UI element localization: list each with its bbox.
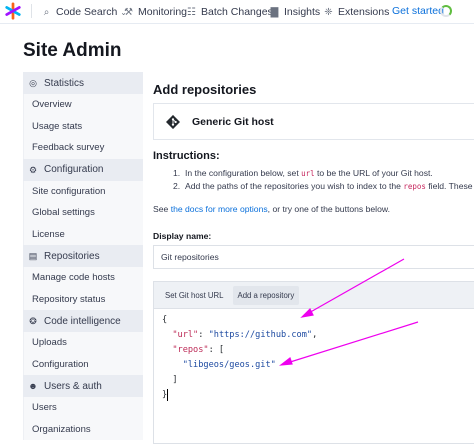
- editor-toolbar: Set Git host URL Add a repository: [154, 282, 474, 309]
- inline-code-url: url: [301, 169, 315, 178]
- sidebar-header-statistics[interactable]: ◎ Statistics: [23, 72, 143, 94]
- sidebar-item-overview[interactable]: Overview: [23, 94, 143, 116]
- step-number: 2.: [173, 181, 181, 191]
- sourcegraph-logo-icon[interactable]: [4, 2, 22, 20]
- code-line: "libgeos/geos.git": [162, 358, 474, 373]
- nav-divider: [31, 4, 32, 18]
- code-token: ]: [172, 375, 178, 385]
- code-token: {: [162, 315, 168, 325]
- code-area[interactable]: { "url": "https://github.com", "repos": …: [154, 309, 474, 403]
- instruction-text: field. These: [425, 181, 473, 191]
- sidebar-header-label: Statistics: [44, 77, 85, 89]
- nav-monitoring-label: Monitoring: [138, 6, 188, 18]
- extensions-icon: ❈: [324, 6, 333, 18]
- sidebar-item-manage-code-hosts[interactable]: Manage code hosts: [23, 267, 143, 289]
- sidebar-group-users-auth: ☻ Users & auth Users Organizations: [23, 375, 143, 440]
- nav-batch-changes-label: Batch Changes: [201, 6, 273, 18]
- sidebar-group-statistics: ◎ Statistics Overview Usage stats Feedba…: [23, 72, 143, 159]
- docs-text: See: [153, 204, 171, 214]
- sidebar-item-usage-stats[interactable]: Usage stats: [23, 115, 143, 137]
- search-icon: ⌕: [43, 6, 50, 18]
- set-git-host-url-button[interactable]: Set Git host URL: [160, 285, 229, 305]
- nav-extensions-label: Extensions: [338, 6, 390, 18]
- docs-hint: See the docs for more options, or try on…: [153, 204, 390, 214]
- code-host-name: Generic Git host: [192, 115, 274, 128]
- instructions-list: 1. In the configuration below, set url to…: [173, 167, 473, 193]
- instruction-step-2: 2. Add the paths of the repositories you …: [173, 180, 473, 193]
- nav-code-search-label: Code Search: [56, 6, 118, 18]
- insights-icon: ▇: [270, 6, 279, 18]
- sidebar-header-label: Users & auth: [44, 380, 102, 392]
- nav-insights-label: Insights: [284, 6, 321, 18]
- users-icon: ☻: [28, 381, 38, 391]
- nav-extensions[interactable]: ❈ Extensions: [323, 5, 389, 19]
- display-name-input[interactable]: Git repositories: [153, 245, 474, 269]
- sidebar-item-users[interactable]: Users: [23, 397, 143, 419]
- globe-icon: ◎: [29, 78, 37, 88]
- sidebar-header-repositories[interactable]: ▤ Repositories: [23, 245, 143, 267]
- code-host-card: Generic Git host: [153, 103, 474, 140]
- cog-icon: ⚙: [28, 164, 38, 175]
- nav-monitoring[interactable]: ⚒ Monitoring: [123, 5, 187, 19]
- sidebar-header-label: Code intelligence: [44, 315, 121, 327]
- sidebar-item-organizations[interactable]: Organizations: [23, 418, 143, 440]
- sidebar-item-site-configuration[interactable]: Site configuration: [23, 180, 143, 202]
- code-key: "url": [172, 330, 199, 340]
- repo-icon: ▤: [28, 251, 38, 261]
- sidebar-item-repository-status[interactable]: Repository status: [23, 288, 143, 310]
- monitoring-icon: ⚒: [124, 6, 133, 18]
- sidebar-header-label: Repositories: [44, 250, 100, 262]
- sidebar-group-code-intelligence: ❂ Code intelligence Uploads Configuratio…: [23, 310, 143, 375]
- section-heading: Add repositories: [153, 82, 257, 97]
- sidebar-item-code-intel-configuration[interactable]: Configuration: [23, 353, 143, 375]
- sidebar-header-code-intelligence[interactable]: ❂ Code intelligence: [23, 310, 143, 332]
- instruction-text: to be the URL of your Git host.: [314, 168, 433, 178]
- code-line: {: [162, 313, 474, 328]
- code-string: "https://github.com": [208, 330, 313, 340]
- sidebar-header-label: Configuration: [44, 164, 104, 175]
- code-key: "repos": [172, 345, 209, 355]
- sidebar-header-users-auth[interactable]: ☻ Users & auth: [23, 375, 143, 397]
- sidebar-group-configuration: ⚙ Configuration Site configuration Globa…: [23, 158, 143, 245]
- code-line: ]: [162, 373, 474, 388]
- admin-sidebar: ◎ Statistics Overview Usage stats Feedba…: [23, 72, 143, 440]
- nav-insights[interactable]: ▇ Insights: [269, 5, 321, 19]
- code-string: "libgeos/geos.git": [182, 360, 276, 370]
- page-title: Site Admin: [23, 40, 122, 61]
- display-name-label: Display name:: [153, 231, 212, 241]
- config-editor[interactable]: Set Git host URL Add a repository { "url…: [153, 281, 474, 444]
- brain-icon: ❂: [29, 316, 37, 326]
- instruction-text: In the configuration below, set: [185, 168, 302, 178]
- step-number: 1.: [173, 168, 181, 178]
- sidebar-item-uploads[interactable]: Uploads: [23, 332, 143, 354]
- batch-changes-icon: ☷: [187, 6, 196, 18]
- sidebar-header-configuration[interactable]: ⚙ Configuration: [23, 158, 143, 181]
- add-repository-button[interactable]: Add a repository: [232, 285, 300, 305]
- instruction-step-1: 1. In the configuration below, set url to…: [173, 167, 473, 180]
- progress-ring-icon: [440, 5, 452, 17]
- docs-link[interactable]: the docs for more options: [171, 204, 268, 214]
- instruction-text: Add the paths of the repositories you wi…: [185, 181, 404, 191]
- git-icon: [166, 114, 180, 129]
- get-started-link[interactable]: Get started: [392, 5, 444, 17]
- sidebar-item-license[interactable]: License: [23, 223, 143, 245]
- nav-code-search[interactable]: ⌕ Code Search ⌄: [41, 5, 127, 19]
- inline-code-repos: repos: [403, 182, 426, 191]
- sidebar-item-global-settings[interactable]: Global settings: [23, 202, 143, 224]
- text-cursor: [167, 388, 169, 401]
- code-line: "repos": [: [172, 345, 225, 355]
- nav-batch-changes[interactable]: ☷ Batch Changes: [186, 5, 273, 19]
- sidebar-group-repositories: ▤ Repositories Manage code hosts Reposit…: [23, 245, 143, 310]
- sidebar-item-feedback-survey[interactable]: Feedback survey: [23, 137, 143, 159]
- code-line: "url": "https://github.com",: [172, 330, 318, 340]
- code-line: }: [162, 388, 474, 403]
- instructions-title: Instructions:: [153, 150, 220, 162]
- top-navbar: ⌕ Code Search ⌄ ⚒ Monitoring ☷ Batch Cha…: [0, 0, 474, 24]
- docs-text: , or try one of the buttons below.: [267, 204, 390, 214]
